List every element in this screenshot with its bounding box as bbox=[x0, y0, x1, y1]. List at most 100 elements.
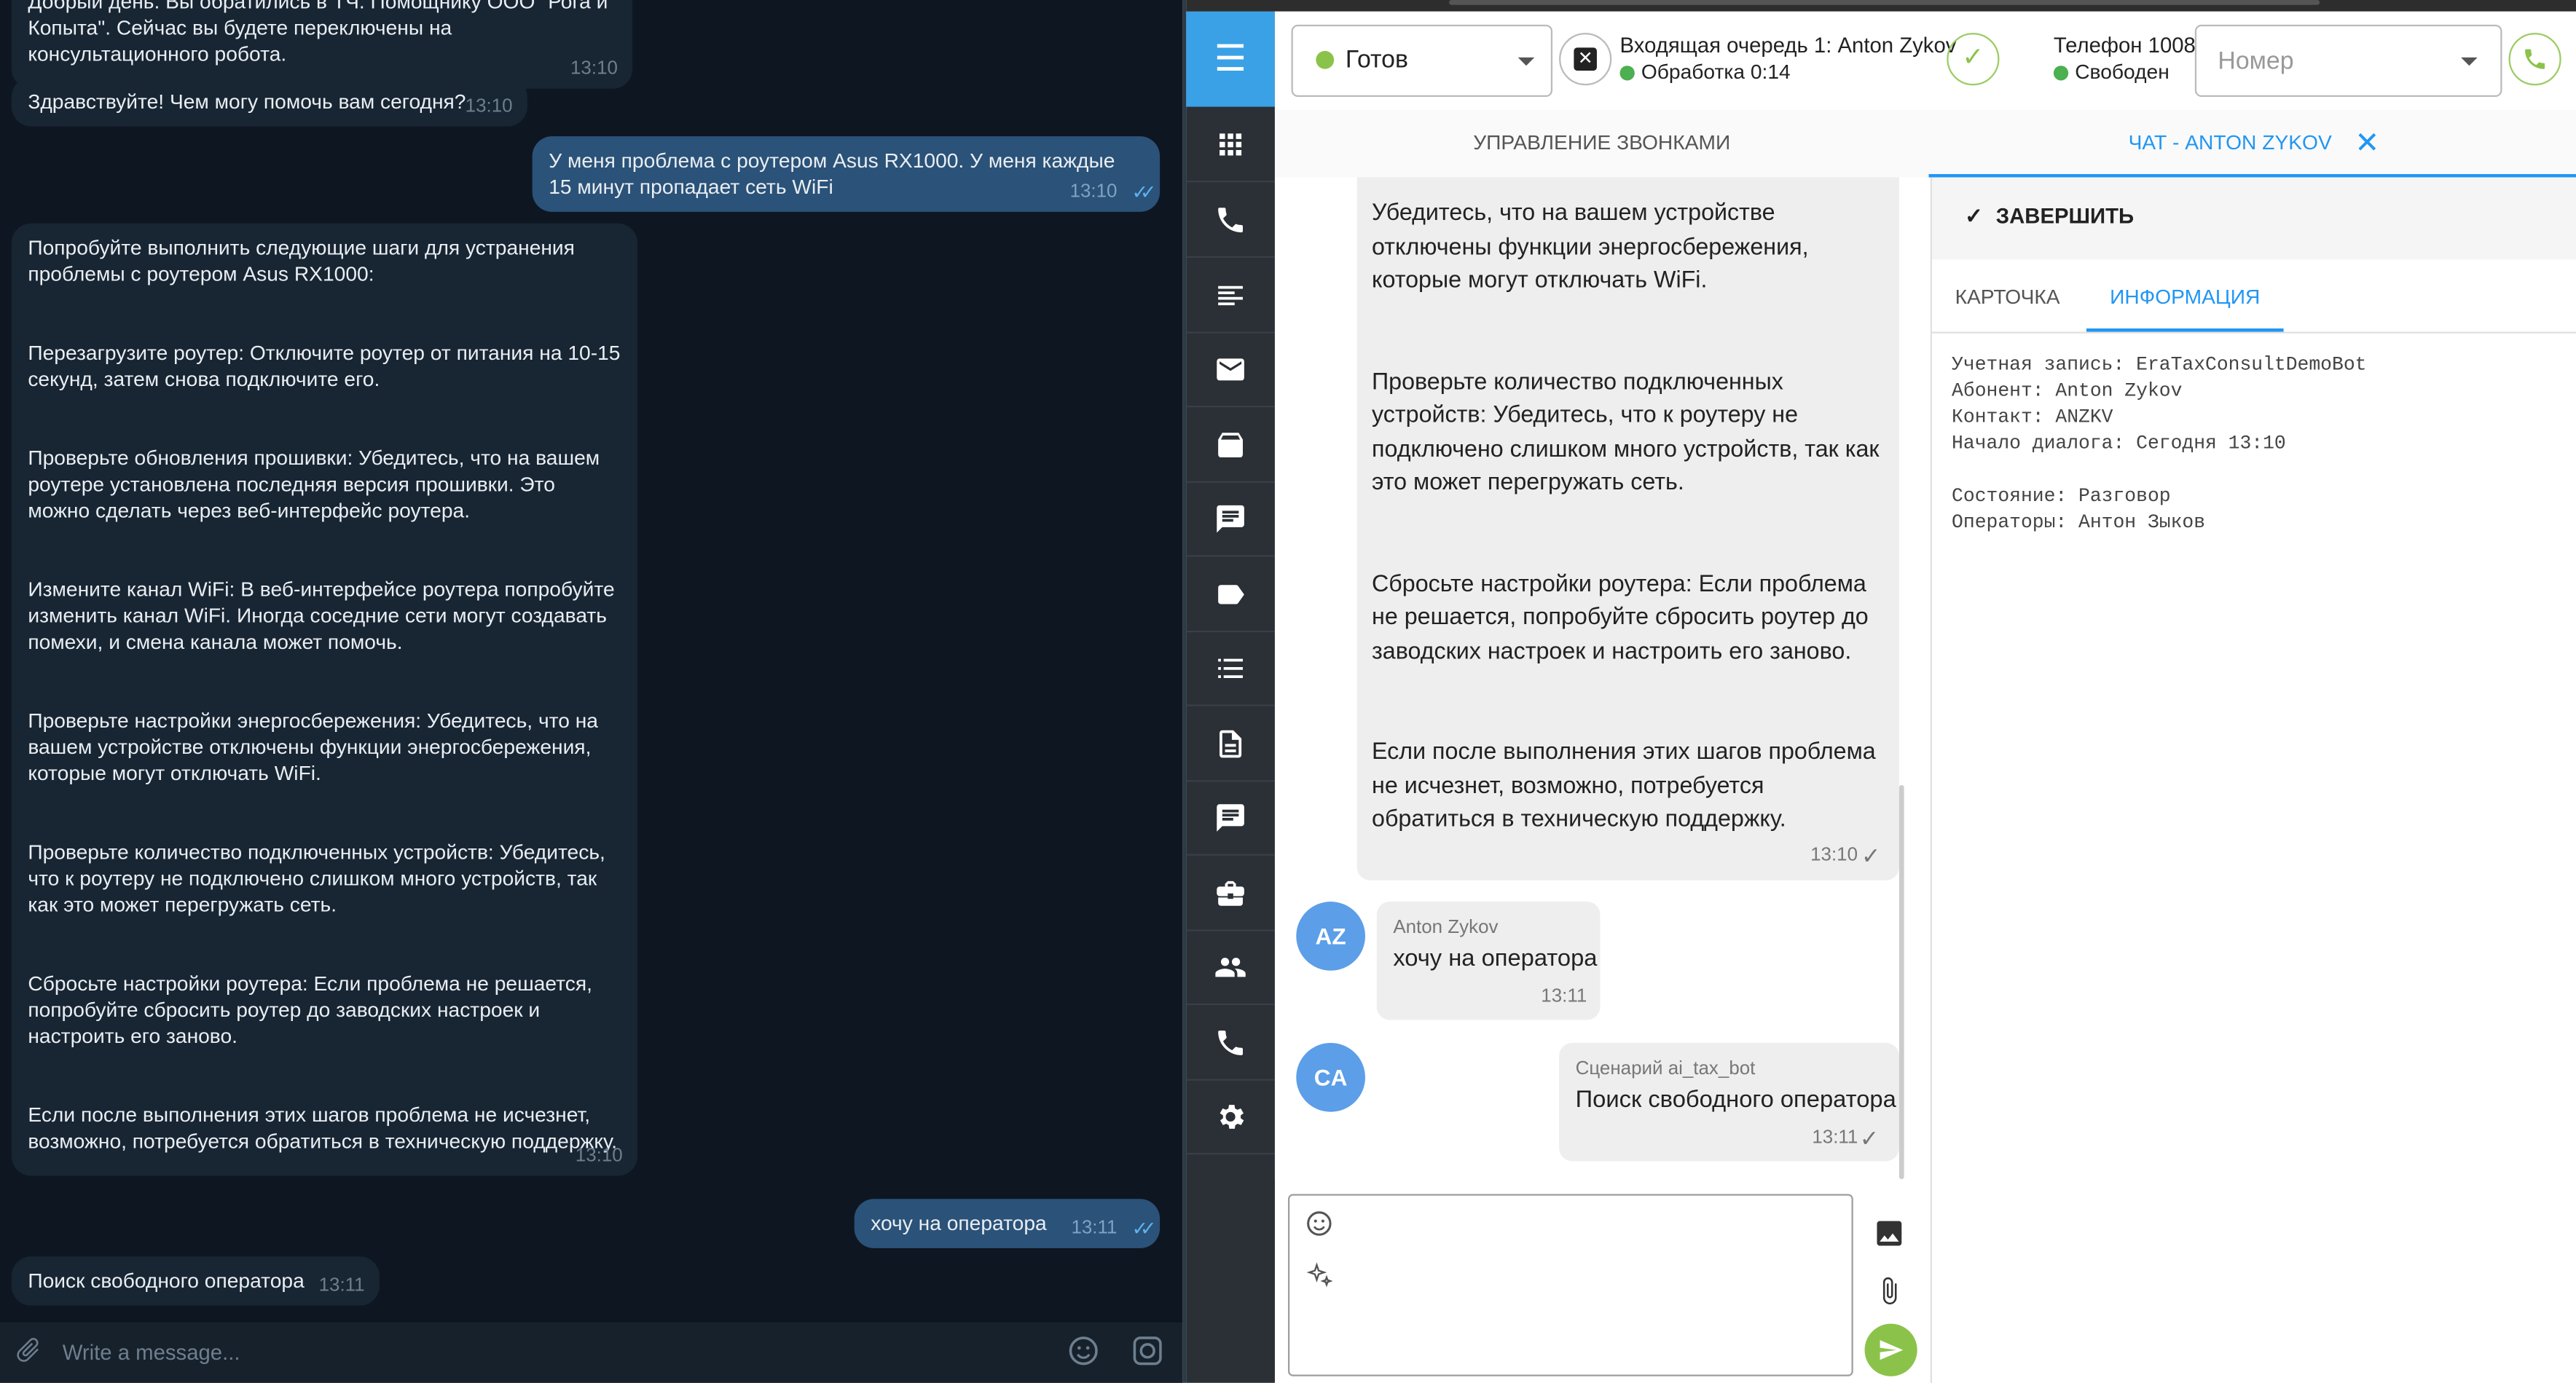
list-icon[interactable] bbox=[1186, 631, 1275, 706]
bot-message: Убедитесь, что на вашем устройстве отклю… bbox=[1356, 177, 1899, 880]
bot-paragraph: Если после выполнения этих шагов проблем… bbox=[1372, 738, 1876, 833]
chat-bubble-icon[interactable] bbox=[1186, 481, 1275, 557]
top-toolbar: Готов ✕ Входящая очередь 1: Anton Zykov … bbox=[1274, 11, 2576, 112]
main-tabs: УПРАВЛЕНИЕ ЗВОНКАМИ ЧАТ - ANTON ZYKOV ✕ bbox=[1274, 110, 2576, 178]
message-text: Поиск свободного оператора bbox=[1575, 1087, 1896, 1114]
agent-status-select[interactable]: Готов bbox=[1291, 24, 1553, 98]
agent-status-value: Готов bbox=[1345, 46, 1408, 74]
info-tabs: КАРТОЧКА ИНФОРМАЦИЯ bbox=[1931, 259, 2576, 334]
phone-icon bbox=[2525, 49, 2545, 69]
finish-button[interactable]: ✓ ЗАВЕРШИТЬ bbox=[1965, 204, 2134, 230]
send-icon bbox=[1880, 1340, 1904, 1360]
call-button[interactable] bbox=[2508, 33, 2561, 86]
sidebar: ☰ bbox=[1186, 11, 1275, 1383]
telegram-window: Добрый день. Вы обратились в ТЧ. Помощни… bbox=[0, 0, 1183, 1383]
briefcase-icon[interactable] bbox=[1186, 856, 1275, 931]
answer-paragraph: Перезагрузите роутер: Отключите роутер о… bbox=[28, 342, 627, 391]
message-text: Попробуйте выполнить следующие шаги для … bbox=[28, 235, 621, 1154]
number-placeholder: Номер bbox=[2218, 47, 2294, 76]
apps-grid-icon[interactable] bbox=[1186, 107, 1275, 183]
bot-paragraph: Убедитесь, что на вашем устройстве отклю… bbox=[1372, 200, 1809, 294]
message-out: У меня проблема с роутером Asus RX1000. … bbox=[532, 136, 1161, 212]
message-icon[interactable] bbox=[1186, 780, 1275, 856]
phone-state: Свободен bbox=[2053, 60, 2169, 84]
message-text: Поиск свободного оператора bbox=[28, 1269, 305, 1293]
phone-icon[interactable] bbox=[1186, 1005, 1275, 1081]
phone-icon[interactable] bbox=[1186, 182, 1275, 259]
message-in: Добрый день. Вы обратились в ТЧ. Помощни… bbox=[11, 0, 633, 89]
chat-history[interactable]: Убедитесь, что на вашем устройстве отклю… bbox=[1274, 177, 1929, 1180]
read-checks-icon: ✓✓ bbox=[1131, 181, 1157, 204]
message-time: 13:11 bbox=[1812, 1128, 1858, 1148]
answer-paragraph: Сбросьте настройки роутера: Если проблем… bbox=[28, 972, 598, 1048]
phone-state-text: Свободен bbox=[2075, 60, 2169, 84]
emoji-icon[interactable] bbox=[1067, 1333, 1101, 1378]
message-in: Здравствуйте! Чем могу помочь вам сегодн… bbox=[11, 76, 527, 127]
message-in: Попробуйте выполнить следующие шаги для … bbox=[11, 223, 637, 1176]
online-dot-icon bbox=[1619, 66, 1635, 81]
chat-scrollbar[interactable] bbox=[1898, 784, 1904, 1180]
message-time: 13:11 bbox=[1541, 987, 1587, 1007]
menu-icon[interactable]: ☰ bbox=[1186, 11, 1275, 107]
tab-chat[interactable]: ЧАТ - ANTON ZYKOV ✕ bbox=[1928, 110, 2576, 178]
inbox-icon[interactable] bbox=[1186, 407, 1275, 483]
client-avatar: AZ bbox=[1296, 902, 1365, 971]
answer-paragraph: Если после выполнения этих шагов проблем… bbox=[28, 1103, 618, 1154]
tab-chat-label: ЧАТ - ANTON ZYKOV bbox=[2128, 131, 2332, 154]
tab-call-management[interactable]: УПРАВЛЕНИЕ ЗВОНКАМИ bbox=[1275, 110, 1929, 177]
label-icon[interactable] bbox=[1186, 556, 1275, 633]
message-composer[interactable]: Write a message... bbox=[0, 1320, 1183, 1383]
client-message: Anton Zykov хочу на оператора 13:11 bbox=[1376, 902, 1601, 1020]
tab-information[interactable]: ИНФОРМАЦИЯ bbox=[2086, 259, 2284, 332]
attach-icon[interactable] bbox=[0, 1329, 49, 1378]
message-input[interactable]: Write a message... bbox=[63, 1340, 240, 1365]
chat-input[interactable] bbox=[1287, 1194, 1853, 1376]
browser-scrollbar[interactable] bbox=[1186, 0, 2576, 12]
answer-paragraph: Попробуйте выполнить следующие шаги для … bbox=[28, 236, 581, 286]
scenario-message: Сценарий ai_tax_bot Поиск свободного опе… bbox=[1559, 1042, 1899, 1162]
finish-label: ЗАВЕРШИТЬ bbox=[1995, 203, 2135, 229]
dialog-info-text: Учетная запись: EraTaxConsultDemoBot Або… bbox=[1952, 352, 2367, 534]
reject-button[interactable]: ✕ bbox=[1559, 33, 1612, 86]
queue-processing: Обработка 0:14 bbox=[1619, 60, 1791, 84]
instant-camera-icon[interactable] bbox=[1131, 1333, 1165, 1378]
image-icon[interactable] bbox=[1873, 1217, 1906, 1258]
close-icon[interactable]: ✕ bbox=[2355, 110, 2379, 177]
message-time: 13:10 bbox=[465, 97, 513, 117]
message-time: 13:11 bbox=[318, 1276, 365, 1296]
phone-title: Телефон 1008 bbox=[2053, 33, 2196, 58]
close-box-icon: ✕ bbox=[1574, 47, 1597, 71]
sender-name: Сценарий ai_tax_bot bbox=[1575, 1059, 1756, 1079]
number-select[interactable]: Номер bbox=[2194, 24, 2502, 98]
settings-gear-icon[interactable] bbox=[1186, 1079, 1275, 1155]
accept-check-button[interactable]: ✓ bbox=[1947, 33, 2000, 86]
status-dot-icon bbox=[1316, 50, 1335, 69]
delivered-check-icon: ✓ bbox=[1861, 842, 1881, 869]
check-icon: ✓ bbox=[1965, 203, 1983, 229]
mail-icon[interactable] bbox=[1186, 332, 1275, 408]
message-text: Добрый день. Вы обратились в ТЧ. Помощни… bbox=[28, 0, 614, 66]
text-lines-icon[interactable] bbox=[1186, 258, 1275, 334]
send-button[interactable] bbox=[1864, 1323, 1917, 1376]
tab-card[interactable]: КАРТОЧКА bbox=[1955, 285, 2060, 309]
emoji-icon[interactable] bbox=[1305, 1209, 1335, 1247]
message-in: Поиск свободного оператора 13:11 bbox=[11, 1256, 380, 1306]
attach-icon[interactable] bbox=[1874, 1274, 1904, 1315]
bot-paragraph: Сбросьте настройки роутера: Если проблем… bbox=[1372, 570, 1869, 665]
queue-title: Входящая очередь 1: Anton Zykov bbox=[1619, 33, 1957, 58]
bot-paragraph: Проверьте количество подключенных устрой… bbox=[1372, 369, 1880, 497]
crm-window: ☰ Готов ✕ Входящая очередь 1: Anton Zyko… bbox=[1182, 0, 2576, 1383]
ai-sparkle-icon[interactable] bbox=[1305, 1261, 1335, 1299]
info-panel: ✓ ЗАВЕРШИТЬ КАРТОЧКА ИНФОРМАЦИЯ Учетная з… bbox=[1930, 177, 2576, 1383]
people-icon[interactable] bbox=[1186, 929, 1275, 1006]
message-time: 13:10 bbox=[1069, 182, 1118, 202]
online-dot-icon bbox=[2053, 66, 2069, 81]
queue-processing-text: Обработка 0:14 bbox=[1641, 60, 1791, 84]
chevron-down-icon bbox=[2461, 57, 2478, 66]
answer-paragraph: Измените канал WiFi: В веб-интерфейсе ро… bbox=[28, 578, 621, 654]
document-icon[interactable] bbox=[1186, 706, 1275, 782]
bot-message-text: Убедитесь, что на вашем устройстве отклю… bbox=[1372, 197, 1889, 837]
answer-paragraph: Проверьте настройки энергосбережения: Уб… bbox=[28, 709, 604, 785]
sender-name: Anton Zykov bbox=[1393, 918, 1499, 938]
answer-paragraph: Проверьте количество подключенных устрой… bbox=[28, 840, 611, 917]
